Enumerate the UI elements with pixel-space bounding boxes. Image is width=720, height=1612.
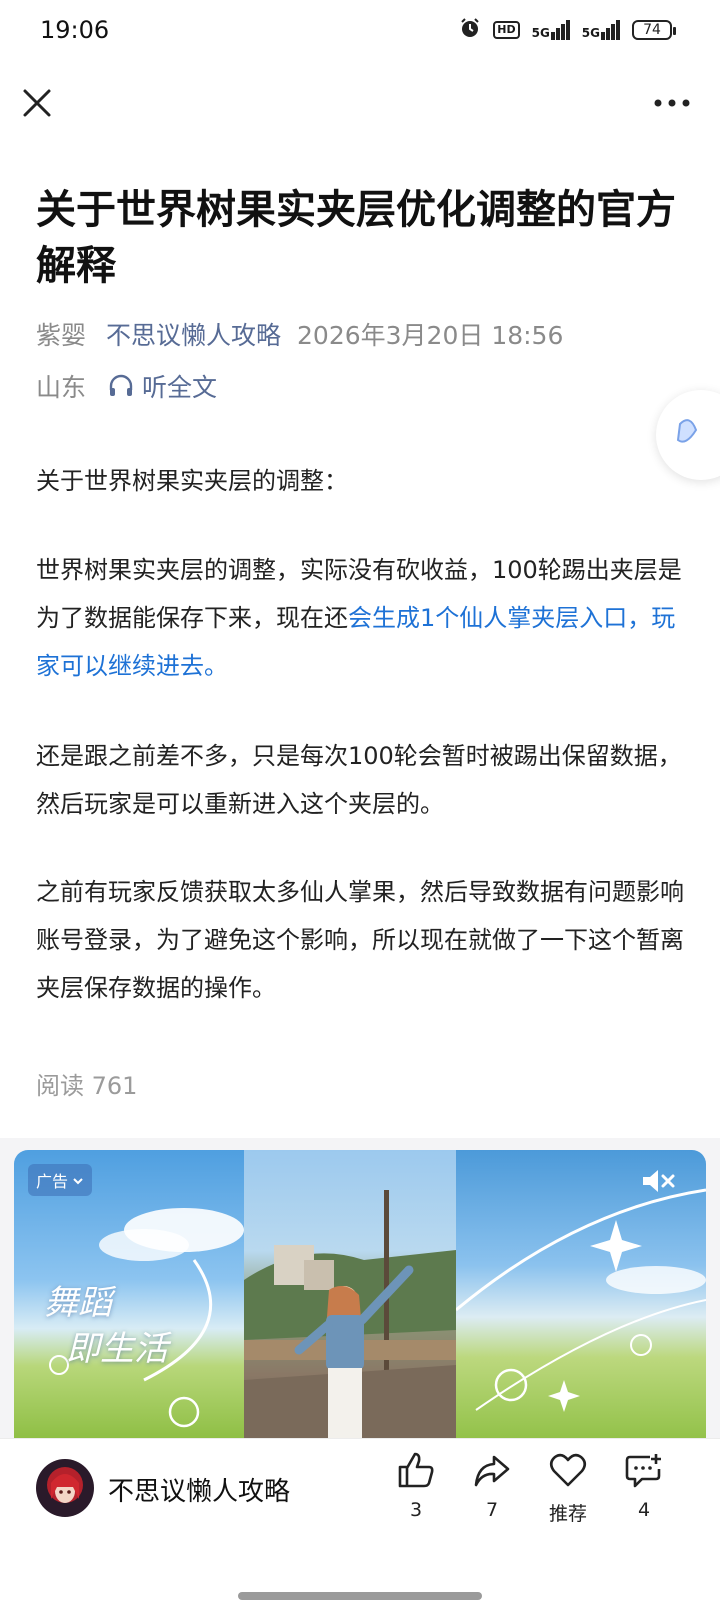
recommend-label: 推荐: [548, 1503, 587, 1525]
battery-icon: 74: [632, 20, 676, 40]
like-count: 3: [409, 1499, 423, 1521]
ad-slogan-line-2: 即生活: [66, 1329, 168, 1369]
comment-add-icon: [625, 1454, 661, 1488]
close-icon[interactable]: [20, 86, 54, 120]
ad-badge[interactable]: 广告: [28, 1164, 93, 1196]
alarm-icon: [459, 17, 481, 43]
share-icon: [474, 1455, 510, 1487]
mute-icon[interactable]: [640, 1166, 676, 1200]
status-bar: 19:06 HD 5G 5G 74: [0, 0, 720, 66]
paragraph-1: 关于世界树果实夹层的调整：: [36, 467, 348, 495]
listen-button[interactable]: 听全文: [108, 368, 217, 404]
ad-panel-photo: [244, 1150, 456, 1438]
paragraph-2: 世界树果实夹层的调整，实际没有砍收益，100轮踢出夹层是为了数据能保存下来，现在…: [36, 546, 686, 690]
ad-slogan: 舞蹈 即生活: [44, 1280, 168, 1372]
dancer-photo: [244, 1190, 456, 1438]
paragraph-4: 之前有玩家反馈获取太多仙人掌果，然后导致数据有问题影响账号登录，为了避免这个影响…: [36, 878, 684, 1002]
article-meta-2: 山东 听全文: [36, 368, 217, 404]
comment-count: 4: [637, 1499, 651, 1521]
ad-section: 舞蹈 即生活 广告: [0, 1138, 720, 1438]
ad-panel-right: [455, 1150, 706, 1438]
article-title: 关于世界树果实夹层优化调整的官方解释: [36, 187, 676, 289]
signal-icon-2: 5G: [582, 20, 620, 40]
signal-icon-1: 5G: [532, 20, 570, 40]
paragraph-3: 还是跟之前差不多，只是每次100轮会暂时被踢出保留数据，然后玩家是可以重新进入这…: [36, 742, 682, 818]
account-avatar[interactable]: [36, 1459, 94, 1517]
ad-slogan-line-1: 舞蹈: [44, 1283, 112, 1323]
ad-banner[interactable]: 舞蹈 即生活 广告: [14, 1150, 706, 1438]
listen-label: 听全文: [142, 373, 218, 402]
like-button[interactable]: 3: [386, 1451, 446, 1521]
status-icons: HD 5G 5G 74: [459, 17, 676, 43]
more-icon[interactable]: [652, 86, 692, 120]
heart-icon: [549, 1453, 587, 1487]
location: 山东: [36, 373, 87, 402]
ad-badge-label: 广告: [36, 1172, 69, 1191]
share-button[interactable]: 7: [462, 1451, 522, 1521]
account-link[interactable]: 不思议懒人攻略: [106, 321, 281, 350]
bottom-account-name[interactable]: 不思议懒人攻略: [108, 1471, 290, 1508]
share-count: 7: [485, 1499, 499, 1521]
chevron-down-icon: [72, 1171, 84, 1190]
hd-badge: HD: [493, 21, 520, 39]
thumbs-up-icon: [398, 1452, 434, 1488]
recommend-button[interactable]: 推荐: [538, 1451, 598, 1526]
article-meta: 紫婴 不思议懒人攻略 2026年3月20日 18:56: [36, 316, 563, 352]
top-nav: [0, 72, 720, 138]
headphones-icon: [109, 374, 133, 396]
read-count: 阅读 761: [36, 1072, 138, 1100]
publish-datetime: 2026年3月20日 18:56: [297, 321, 564, 350]
status-time: 19:06: [40, 16, 110, 44]
bottom-action-bar: 不思议懒人攻略 3 7 推荐 4: [0, 1438, 720, 1549]
author: 紫婴: [36, 321, 87, 350]
home-indicator[interactable]: [238, 1592, 482, 1600]
comment-button[interactable]: 4: [614, 1451, 674, 1521]
